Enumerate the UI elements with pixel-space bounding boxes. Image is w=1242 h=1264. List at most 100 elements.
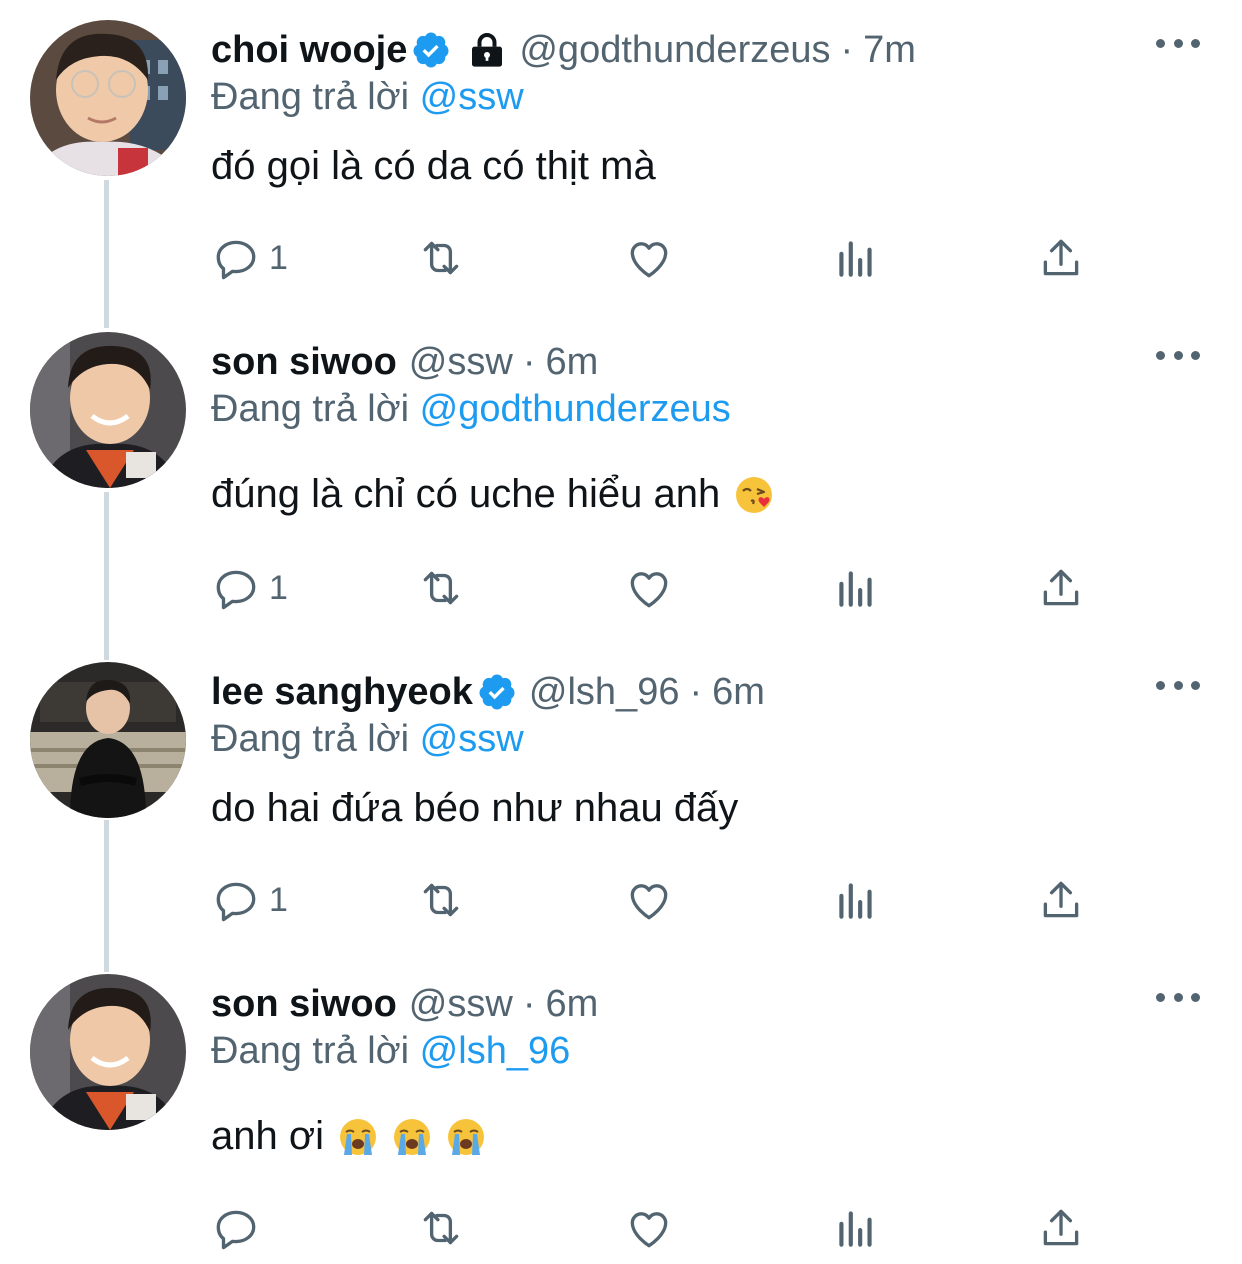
- replying-to: Đang trả lời @ssw: [211, 76, 524, 119]
- replying-mention[interactable]: @godthunderzeus: [420, 388, 731, 430]
- like-button[interactable]: [624, 1200, 674, 1256]
- tweet-header: lee sanghyeok @lsh_96 · 6m: [211, 662, 765, 722]
- display-name[interactable]: choi wooje: [211, 29, 407, 72]
- timestamp[interactable]: 7m: [863, 29, 916, 72]
- tweet-text-content: đó gọi là có da có thịt mà: [211, 144, 656, 188]
- avatar[interactable]: [30, 662, 186, 818]
- share-button[interactable]: [1036, 230, 1086, 286]
- share-icon: [1043, 881, 1079, 918]
- share-button[interactable]: [1036, 872, 1086, 928]
- timestamp[interactable]: 6m: [712, 671, 765, 714]
- retweet-icon: [423, 571, 459, 605]
- separator-dot: ·: [689, 670, 703, 713]
- tweet[interactable]: son siwoo @ssw · 6m Đang trả lời @lsh_96…: [0, 974, 1242, 1264]
- action-bar: 1: [211, 560, 1111, 616]
- views-icon: [839, 571, 872, 607]
- reply-button[interactable]: 1: [211, 560, 288, 616]
- retweet-button[interactable]: [416, 1200, 466, 1256]
- tweet[interactable]: son siwoo @ssw · 6m Đang trả lời @godthu…: [0, 332, 1242, 632]
- views-button[interactable]: [831, 230, 881, 286]
- user-handle[interactable]: @ssw: [409, 983, 513, 1026]
- loudly-crying-face-icon: [339, 1118, 376, 1155]
- heart-icon: [630, 572, 668, 608]
- heart-icon: [630, 1212, 668, 1248]
- tweet[interactable]: lee sanghyeok @lsh_96 · 6m Đang trả lời …: [0, 662, 1242, 952]
- heart-icon: [630, 242, 668, 278]
- views-button[interactable]: [831, 1200, 881, 1256]
- views-button[interactable]: [831, 560, 881, 616]
- user-handle[interactable]: @ssw: [409, 341, 513, 384]
- timestamp[interactable]: 6m: [545, 341, 598, 384]
- avatar[interactable]: [30, 332, 186, 488]
- display-name[interactable]: lee sanghyeok: [211, 671, 473, 714]
- replying-to: Đang trả lời @lsh_96: [211, 1030, 570, 1073]
- share-button[interactable]: [1036, 560, 1086, 616]
- retweet-icon: [423, 241, 459, 275]
- tweet-header: son siwoo @ssw · 6m: [211, 974, 598, 1034]
- reply-count: 1: [269, 568, 288, 607]
- action-bar: 1: [211, 230, 1111, 286]
- verified-badge-icon: [479, 674, 515, 710]
- replying-mention[interactable]: @ssw: [420, 718, 524, 760]
- tweet-text: đó gọi là có da có thịt mà: [211, 144, 656, 189]
- verified-badge-icon: [413, 32, 449, 68]
- separator-dot: ·: [840, 28, 854, 71]
- tweet-text: đúng là chỉ có uche hiểu anh: [211, 472, 774, 517]
- avatar[interactable]: [30, 974, 186, 1130]
- face-blowing-kiss-icon: [736, 476, 773, 513]
- tweet[interactable]: choi wooje @godthunderzeus · 7m Đang trả…: [0, 20, 1242, 310]
- user-handle[interactable]: @lsh_96: [529, 671, 680, 714]
- avatar[interactable]: [30, 20, 186, 176]
- action-bar: 1: [211, 872, 1111, 928]
- views-icon: [839, 1211, 872, 1247]
- reply-icon: [216, 882, 256, 922]
- replying-prefix: Đang trả lời: [211, 1030, 410, 1072]
- display-name[interactable]: son siwoo: [211, 341, 397, 384]
- separator-dot: ·: [522, 340, 536, 383]
- reply-button[interactable]: [211, 1200, 269, 1256]
- retweet-button[interactable]: [416, 872, 466, 928]
- replying-prefix: Đang trả lời: [211, 76, 410, 118]
- more-icon[interactable]: [1156, 28, 1200, 58]
- lock-icon: [472, 33, 503, 67]
- action-bar: [211, 1200, 1111, 1256]
- views-button[interactable]: [831, 872, 881, 928]
- replying-prefix: Đang trả lời: [211, 388, 410, 430]
- separator-dot: ·: [522, 982, 536, 1025]
- retweet-button[interactable]: [416, 230, 466, 286]
- retweet-icon: [423, 1211, 459, 1245]
- tweet-header: son siwoo @ssw · 6m: [211, 332, 598, 392]
- reply-button[interactable]: 1: [211, 230, 288, 286]
- replying-prefix: Đang trả lời: [211, 718, 410, 760]
- timestamp[interactable]: 6m: [545, 983, 598, 1026]
- user-handle[interactable]: @godthunderzeus: [519, 29, 830, 72]
- tweet-text-content: đúng là chỉ có uche hiểu anh: [211, 472, 721, 516]
- views-icon: [839, 883, 872, 919]
- like-button[interactable]: [624, 872, 674, 928]
- tweet-text-content: do hai đứa béo như nhau đấy: [211, 786, 739, 830]
- like-button[interactable]: [624, 230, 674, 286]
- tweet-text: anh ơi: [211, 1114, 486, 1159]
- tweet-text: do hai đứa béo như nhau đấy: [211, 786, 738, 831]
- replying-mention[interactable]: @ssw: [420, 76, 524, 118]
- replying-to: Đang trả lời @ssw: [211, 718, 524, 761]
- views-icon: [839, 241, 872, 277]
- more-icon[interactable]: [1156, 340, 1200, 370]
- display-name[interactable]: son siwoo: [211, 983, 397, 1026]
- more-icon[interactable]: [1156, 982, 1200, 1012]
- reply-count: 1: [269, 238, 288, 277]
- reply-count: 1: [269, 880, 288, 919]
- more-icon[interactable]: [1156, 670, 1200, 700]
- share-icon: [1043, 569, 1079, 606]
- retweet-icon: [423, 883, 459, 917]
- reply-icon: [216, 570, 256, 610]
- reply-icon: [216, 1210, 256, 1250]
- retweet-button[interactable]: [416, 560, 466, 616]
- tweet-text-content: anh ơi: [211, 1114, 324, 1158]
- reply-button[interactable]: 1: [211, 872, 288, 928]
- share-button[interactable]: [1036, 1200, 1086, 1256]
- like-button[interactable]: [624, 560, 674, 616]
- heart-icon: [630, 884, 668, 920]
- replying-mention[interactable]: @lsh_96: [420, 1030, 571, 1072]
- replying-to: Đang trả lời @godthunderzeus: [211, 388, 731, 431]
